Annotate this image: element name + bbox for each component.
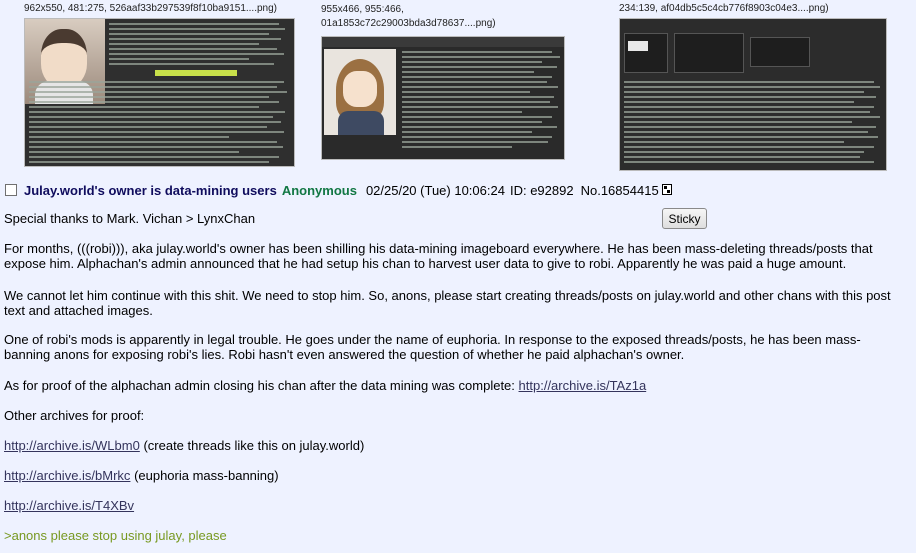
archive-link-3[interactable]: http://archive.is/T4XBv: [4, 498, 134, 513]
archive-link-1[interactable]: http://archive.is/WLbm0: [4, 438, 140, 453]
archive-note-2: (euphoria mass-banning): [134, 468, 279, 483]
post-number-link[interactable]: No.16854415: [581, 183, 659, 198]
post-datetime: 02/25/20 (Tue) 10:06:24: [365, 182, 505, 198]
archive-link-2[interactable]: http://archive.is/bMrkc: [4, 468, 130, 483]
post-thanks: Special thanks to Mark. Vichan > LynxCha…: [4, 211, 256, 226]
attachment-3-info: 234:139, af04db5c5c4cb776f8903c04e3....p…: [619, 3, 829, 14]
other-archives-label: Other archives for proof:: [4, 408, 145, 423]
archive-note-1: (create threads like this on julay.world…: [143, 438, 365, 453]
post-paragraph-2: We cannot let him continue with this shi…: [4, 288, 891, 318]
proof-archive-link[interactable]: http://archive.is/TAz1a: [519, 378, 647, 393]
proof-text: As for proof of the alphachan admin clos…: [4, 378, 515, 393]
post-header: Julay.world's owner is data-mining users…: [5, 182, 672, 198]
post-paragraph-3: One of robi's mods is apparently in lega…: [4, 332, 861, 362]
post-subject: Julay.world's owner is data-mining users: [24, 182, 277, 198]
post-proof-line: As for proof of the alphachan admin clos…: [4, 378, 894, 393]
attached-images: 962x550, 481:275, 526aaf33b297539f8f10ba…: [0, 0, 916, 172]
post-select-checkbox[interactable]: [5, 184, 17, 196]
archive-line-1: http://archive.is/WLbm0 (create threads …: [4, 438, 894, 453]
anime-character-image: [324, 49, 396, 135]
greentext-line: >anons please stop using julay, please: [4, 528, 227, 543]
attachment-1-thumbnail[interactable]: [24, 18, 295, 167]
qr-icon[interactable]: [661, 183, 672, 195]
attachment-2-thumbnail[interactable]: [321, 36, 565, 160]
attachment-1-info: 962x550, 481:275, 526aaf33b297539f8f10ba…: [24, 3, 278, 14]
poster-name: Anonymous: [281, 182, 357, 198]
poster-id[interactable]: ID: e92892: [510, 183, 574, 198]
attachment-2-info: 955x466, 955:466, 01a1853c72c29003bda3d7…: [321, 4, 496, 29]
post-paragraph-1: For months, (((robi))), aka julay.world'…: [4, 241, 873, 271]
archive-line-3: http://archive.is/T4XBv: [4, 498, 894, 513]
attachment-3-thumbnail[interactable]: [619, 18, 887, 171]
archive-line-2: http://archive.is/bMrkc (euphoria mass-b…: [4, 468, 894, 483]
